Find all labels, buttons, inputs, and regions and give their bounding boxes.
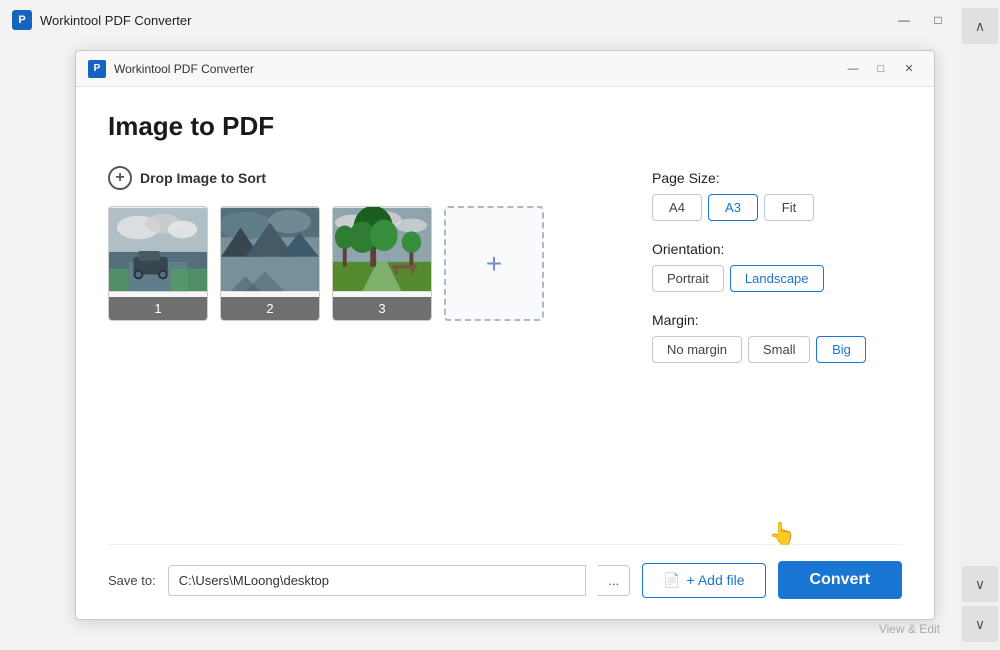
thumbnail-3-svg <box>333 207 431 292</box>
drop-label: Drop Image to Sort <box>140 170 266 186</box>
inner-maximize-button[interactable]: □ <box>868 59 894 79</box>
orientation-portrait-button[interactable]: Portrait <box>652 265 724 292</box>
thumb-label-1: 1 <box>109 297 207 320</box>
margin-big-button[interactable]: Big <box>816 336 866 363</box>
images-grid: 1 <box>108 206 612 321</box>
inner-window: P Workintool PDF Converter — □ ✕ Image t… <box>75 50 935 620</box>
page-size-a4-button[interactable]: A4 <box>652 194 702 221</box>
path-browse-button[interactable]: ... <box>598 565 630 596</box>
orientation-label: Orientation: <box>652 241 902 257</box>
page-size-buttons: A4 A3 Fit <box>652 194 902 221</box>
outer-bottom-hint: View & Edit <box>879 622 940 636</box>
outer-title: Workintool PDF Converter <box>40 13 880 28</box>
inner-titlebar: P Workintool PDF Converter — □ ✕ <box>76 51 934 87</box>
right-scrollbar: ∧ ∨ ∨ <box>960 0 1000 650</box>
content-area: Image to PDF + Drop Image to Sort <box>76 87 934 619</box>
inner-win-controls: — □ ✕ <box>840 59 922 79</box>
add-file-label: + Add file <box>687 572 745 588</box>
page-title: Image to PDF <box>108 111 902 142</box>
inner-minimize-button[interactable]: — <box>840 59 866 79</box>
add-file-icon: 📄 <box>663 572 680 589</box>
orientation-group: Orientation: Portrait Landscape <box>652 241 902 292</box>
inner-app-icon: P <box>88 60 106 78</box>
add-file-button[interactable]: 📄 + Add file <box>642 563 765 598</box>
outer-titlebar: P Workintool PDF Converter — □ ✕ <box>0 0 1000 40</box>
save-to-label: Save to: <box>108 573 156 588</box>
inner-close-button[interactable]: ✕ <box>896 59 922 79</box>
drop-header: + Drop Image to Sort <box>108 166 612 190</box>
save-path-input[interactable] <box>168 565 587 596</box>
add-plus-icon: + <box>486 250 502 278</box>
orientation-landscape-button[interactable]: Landscape <box>730 265 824 292</box>
page-size-fit-button[interactable]: Fit <box>764 194 814 221</box>
thumbnail-1-svg <box>109 207 207 292</box>
margin-small-button[interactable]: Small <box>748 336 811 363</box>
right-panel: Page Size: A4 A3 Fit Orientation: Portra… <box>652 166 902 544</box>
scroll-up-button[interactable]: ∧ <box>962 8 998 44</box>
page-size-group: Page Size: A4 A3 Fit <box>652 170 902 221</box>
scroll-down-button-2[interactable]: ∨ <box>962 606 998 642</box>
orientation-buttons: Portrait Landscape <box>652 265 902 292</box>
drop-icon: + <box>108 166 132 190</box>
convert-button[interactable]: Convert <box>778 561 902 599</box>
outer-app-icon: P <box>12 10 32 30</box>
page-size-label: Page Size: <box>652 170 902 186</box>
inner-title: Workintool PDF Converter <box>114 62 832 76</box>
margin-group: Margin: No margin Small Big <box>652 312 902 363</box>
thumbnail-2-svg <box>221 207 319 292</box>
main-body: + Drop Image to Sort <box>108 166 902 544</box>
page-size-a3-button[interactable]: A3 <box>708 194 758 221</box>
outer-minimize-button[interactable]: — <box>888 8 920 32</box>
image-thumb-2[interactable]: 2 <box>220 206 320 321</box>
image-thumb-3[interactable]: 3 <box>332 206 432 321</box>
margin-buttons: No margin Small Big <box>652 336 902 363</box>
margin-label: Margin: <box>652 312 902 328</box>
image-thumb-1[interactable]: 1 <box>108 206 208 321</box>
bottom-bar: Save to: ... 📄 + Add file Convert <box>108 544 902 599</box>
thumb-label-2: 2 <box>221 297 319 320</box>
outer-window: P Workintool PDF Converter — □ ✕ ∧ ∨ ∨ P… <box>0 0 1000 650</box>
thumb-label-3: 3 <box>333 297 431 320</box>
scroll-down-button-1[interactable]: ∨ <box>962 566 998 602</box>
add-image-placeholder[interactable]: + <box>444 206 544 321</box>
left-panel: + Drop Image to Sort <box>108 166 612 544</box>
outer-maximize-button[interactable]: □ <box>922 8 954 32</box>
margin-none-button[interactable]: No margin <box>652 336 742 363</box>
